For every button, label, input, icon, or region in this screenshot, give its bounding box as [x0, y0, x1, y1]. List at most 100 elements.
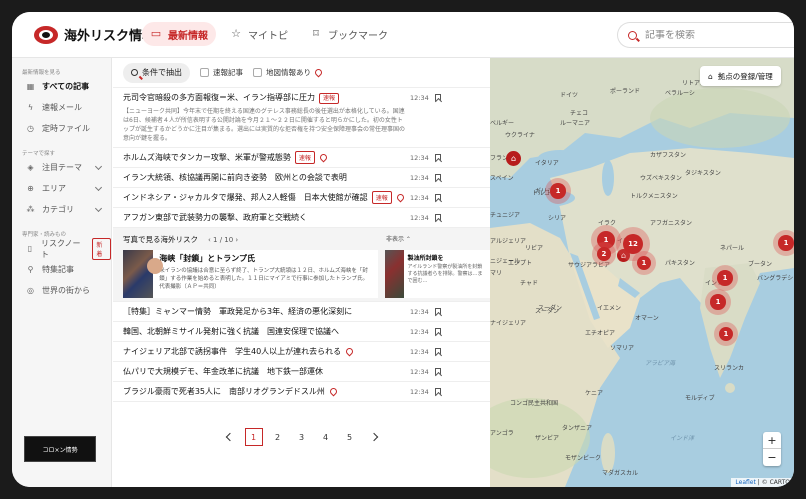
- bookmark-icon[interactable]: [435, 367, 441, 376]
- risk-cluster-marker[interactable]: 1: [705, 289, 731, 315]
- tag-icon: ◈: [27, 163, 34, 172]
- map-label: スペイン: [490, 175, 514, 182]
- sidebar-item-category[interactable]: ⁂ カテゴリ: [12, 199, 111, 220]
- news-item[interactable]: ブラジル豪雨で死者35人に 南部リオグランデドスル州 12:34: [113, 382, 490, 402]
- map-label: タジキスタン: [685, 170, 721, 177]
- sidebar-item-features[interactable]: ⚲ 特集記事: [12, 259, 111, 280]
- next-page-button[interactable]: [365, 428, 383, 446]
- news-item[interactable]: インドネシア・ジャカルタで爆発、邦人2人軽傷 日本大使館が確認 速報 12:34: [113, 188, 490, 208]
- sidebar-item-scheduled-file[interactable]: ◷ 定時ファイル: [12, 118, 111, 139]
- risk-cluster-marker[interactable]: 1: [773, 230, 794, 256]
- map-label: ナイジェリア: [490, 320, 527, 327]
- bookmark-icon[interactable]: [435, 307, 441, 316]
- sidebar-section-theme: テーマで探す: [22, 151, 56, 157]
- news-title: 仏パリで大規模デモ、年金改革に抗議 地下鉄一部運休: [123, 367, 323, 376]
- photo-thumbnail: [123, 250, 164, 298]
- news-item[interactable]: 仏パリで大規模デモ、年金改革に抗議 地下鉄一部運休 12:34: [113, 362, 490, 382]
- bookmark-icon[interactable]: [435, 387, 441, 396]
- news-time: 12:34: [410, 153, 429, 162]
- page-button[interactable]: 5: [341, 428, 359, 446]
- map-label: ニジェール: [490, 258, 521, 265]
- news-title: インドネシア・ジャカルタで爆発、邦人2人軽傷 日本大使館が確認: [123, 193, 368, 202]
- grid-icon: ▦: [26, 82, 35, 91]
- cluster-count: 1: [778, 235, 794, 251]
- promo-banner[interactable]: コロ×ン情勢: [24, 436, 96, 462]
- bookmark-icon[interactable]: [435, 193, 441, 202]
- news-item[interactable]: アフガン東部で武装勢力の襲撃、政府軍と交戦続く 12:34: [113, 208, 490, 228]
- news-item[interactable]: ナイジェリア北部で誘拐事件 学生40人以上が連れ去られる 12:34: [113, 342, 490, 362]
- bookmark-icon[interactable]: [435, 327, 441, 336]
- sidebar-item-label: エリア: [42, 184, 66, 193]
- sidebar-item-all-articles[interactable]: ▦ すべての記事: [12, 76, 111, 97]
- sidebar-item-featured-theme[interactable]: ◈ 注目テーマ: [12, 157, 111, 178]
- prev-page-button[interactable]: [221, 428, 239, 446]
- news-item[interactable]: イラン大統領、核協議再開に前向き姿勢 欧州との会談で表明 12:34: [113, 168, 490, 188]
- news-time: 12:34: [410, 387, 429, 396]
- map-label: ザンビア: [535, 435, 560, 442]
- search-icon: [131, 69, 138, 76]
- photo-pager[interactable]: ‹ 1 / 10 ›: [208, 236, 238, 244]
- bookmark-icon[interactable]: [435, 153, 441, 162]
- map-label: ルーマニア: [560, 120, 591, 127]
- map-label: コンゴ民主共和国: [510, 400, 559, 407]
- checkbox-box[interactable]: [253, 68, 262, 77]
- sidebar-item-label: すべての記事: [42, 82, 90, 91]
- risk-map[interactable]: ドイツ ポーランド ベラルーシ チェコ ウクライナ フランス イタリア スペイン ギリシャ トルコ…: [490, 58, 794, 487]
- sidebar-item-breaking-mail[interactable]: ϟ 速報メール: [12, 97, 111, 118]
- photo-risk-header: 写真で見る海外リスク ‹ 1 / 10 ›: [123, 234, 238, 245]
- news-item-expanded[interactable]: 元司令官暗殺の多方面報復＝米、イラン指導部に圧力 速報 【ニューヨーク共同】今年末…: [113, 88, 490, 148]
- news-item[interactable]: ホルムズ海峡でタンカー攻撃、米軍が警戒態勢 速報 12:34: [113, 148, 490, 168]
- filter-button[interactable]: 条件で抽出: [123, 62, 190, 83]
- risk-cluster-marker[interactable]: 1: [632, 251, 656, 275]
- photo-card[interactable]: 製油所封鎖を アイルランド警察が製油所を封鎖する抗議者らを排除。警察は…まで囲む…: [385, 250, 490, 298]
- leaflet-link[interactable]: Leaflet: [735, 479, 755, 486]
- map-label: ドイツ: [560, 92, 579, 99]
- map-label: ウズベキスタン: [640, 175, 682, 182]
- breaking-checkbox[interactable]: 速報記事: [200, 67, 243, 78]
- bookmark-icon[interactable]: [435, 173, 441, 182]
- risk-cluster-marker[interactable]: 1: [714, 322, 738, 346]
- search-input[interactable]: [645, 29, 765, 41]
- map-label: カザフスタン: [650, 152, 687, 159]
- map-pin-icon: [313, 67, 324, 78]
- bookmark-icon[interactable]: [435, 94, 441, 102]
- logo[interactable]: 海外リスク情報: [34, 25, 155, 44]
- nav-bookmark[interactable]: ⌑ ブックマーク: [302, 22, 396, 46]
- filter-button-label: 条件で抽出: [142, 68, 182, 77]
- photo-card[interactable]: 海峡「封鎖」とトランプ氏 米イランの協議は合意に至らず終了、トランプ大統領は１２…: [123, 250, 378, 298]
- page-button[interactable]: 4: [317, 428, 335, 446]
- bookmark-icon[interactable]: [435, 213, 441, 222]
- hide-toggle[interactable]: 非表示 ⌃: [386, 234, 411, 243]
- map-info-checkbox[interactable]: 地図情報あり: [253, 67, 324, 78]
- category-icon: ⁂: [26, 205, 35, 214]
- base-register-button[interactable]: ⌂ 拠点の登録/管理: [700, 66, 781, 86]
- hide-toggle-label: 非表示: [386, 236, 405, 243]
- zoom-in-button[interactable]: +: [763, 432, 781, 449]
- sidebar-item-risk-note[interactable]: ▯ リスクノート 新着: [12, 237, 111, 260]
- risk-cluster-marker[interactable]: 1: [545, 178, 571, 204]
- nav-latest[interactable]: ▭ 最新情報: [142, 22, 216, 46]
- checkbox-box[interactable]: [200, 68, 209, 77]
- nav-mytopic[interactable]: ☆ マイトピ: [222, 22, 296, 46]
- sidebar-item-area[interactable]: ⊕ エリア: [12, 178, 111, 199]
- map-label: マリ: [490, 270, 503, 277]
- news-title: イラン大統領、核協議再開に前向き姿勢 欧州との会談で表明: [123, 173, 347, 182]
- sidebar-item-world-cities[interactable]: ◎ 世界の街から: [12, 280, 111, 301]
- zoom-out-button[interactable]: −: [763, 449, 781, 466]
- risk-cluster-marker[interactable]: 2: [592, 242, 616, 266]
- risk-cluster-marker[interactable]: 1: [712, 265, 738, 291]
- news-item[interactable]: 韓国、北朝鮮ミサイル発射に強く抗議 国連安保理で協議へ 12:34: [113, 322, 490, 342]
- chevron-left-icon: [225, 432, 234, 442]
- page-button[interactable]: 1: [244, 428, 263, 446]
- map-label: イエメン: [597, 305, 621, 312]
- news-item[interactable]: ［特集］ミャンマー情勢 軍政発足から3年、経済の悪化深刻に 12:34: [113, 302, 490, 322]
- home-base-icon[interactable]: ⌂: [506, 151, 521, 166]
- bookmark-icon[interactable]: [435, 347, 441, 356]
- sidebar: 最新情報を見る ▦ すべての記事 ϟ 速報メール ◷ 定時ファイル テーマで探す…: [12, 58, 112, 487]
- map-label: モザンビーク: [565, 455, 602, 462]
- page-button[interactable]: 2: [269, 428, 287, 446]
- clock-icon: ◷: [27, 124, 34, 133]
- news-title: アフガン東部で武装勢力の襲撃、政府軍と交戦続く: [123, 213, 307, 222]
- breaking-checkbox-label: 速報記事: [213, 68, 243, 77]
- page-button[interactable]: 3: [293, 428, 311, 446]
